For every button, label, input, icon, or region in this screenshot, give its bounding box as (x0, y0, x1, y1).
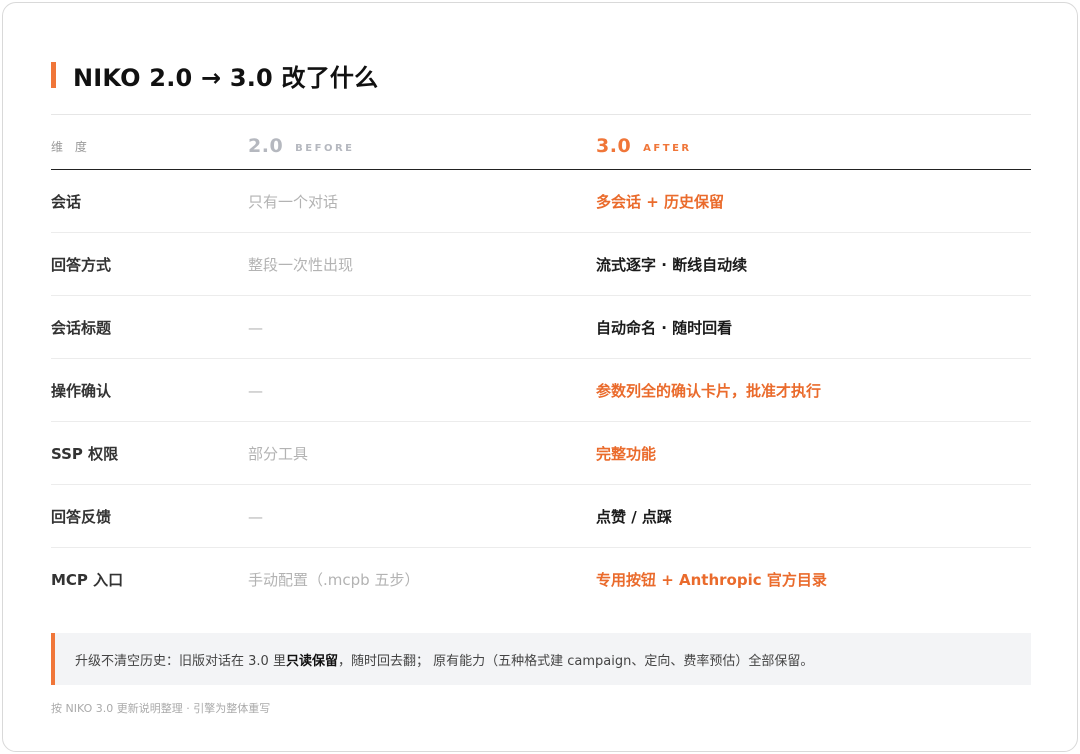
row-dimension: 回答反馈 (51, 508, 112, 526)
footer-caption: 按 NIKO 3.0 更新说明整理 · 引擎为整体重写 (51, 702, 271, 715)
row-after: 自动命名 · 随时回看 (596, 319, 733, 337)
row-before: — (248, 318, 263, 337)
table-row: 回答方式 整段一次性出现 流式逐字 · 断线自动续 (51, 233, 1031, 296)
note-highlight: 只读保留 (285, 653, 338, 669)
note-suffix: ，随时回去翻； 原有能力（五种格式建 campaign、定向、费率预估）全部保留… (337, 653, 814, 669)
row-dimension: 会话 (51, 193, 82, 211)
table-row: 会话 只有一个对话 多会话 + 历史保留 (51, 170, 1031, 233)
row-before: — (248, 507, 263, 526)
header-before: 2.0 BEFORE (248, 131, 355, 161)
row-dimension: 会话标题 (51, 319, 112, 337)
comparison-card: NIKO 2.0 → 3.0 改了什么 维 度 2.0 BEFORE 3.0 A… (2, 2, 1078, 752)
header-before-version: 2.0 (248, 135, 284, 157)
row-after: 完整功能 (596, 445, 657, 463)
title-row: NIKO 2.0 → 3.0 改了什么 (51, 59, 379, 92)
row-after: 参数列全的确认卡片，批准才执行 (596, 382, 822, 400)
row-after: 流式逐字 · 断线自动续 (596, 256, 748, 274)
row-dimension: 操作确认 (51, 382, 112, 400)
page-title: NIKO 2.0 → 3.0 改了什么 (73, 63, 379, 92)
row-dimension: SSP 权限 (51, 445, 119, 463)
row-before: 手动配置（.mcpb 五步） (248, 571, 420, 589)
header-before-label: BEFORE (295, 143, 355, 154)
note-prefix: 升级不清空历史：旧版对话在 3.0 里 (75, 653, 286, 669)
row-before: 只有一个对话 (248, 193, 339, 211)
title-accent-bar (51, 62, 56, 88)
table-row: 会话标题 — 自动命名 · 随时回看 (51, 296, 1031, 359)
row-before: 整段一次性出现 (248, 256, 354, 274)
header-dimension: 维 度 (51, 139, 91, 154)
row-after: 专用按钮 + Anthropic 官方目录 (596, 571, 827, 589)
table-row: MCP 入口 手动配置（.mcpb 五步） 专用按钮 + Anthropic 官… (51, 548, 1031, 611)
table-row: SSP 权限 部分工具 完整功能 (51, 422, 1031, 485)
table-row: 操作确认 — 参数列全的确认卡片，批准才执行 (51, 359, 1031, 422)
row-before: — (248, 381, 263, 400)
row-dimension: MCP 入口 (51, 571, 124, 589)
row-after: 点赞 / 点踩 (596, 508, 672, 526)
title-divider (51, 114, 1031, 115)
row-after: 多会话 + 历史保留 (596, 193, 725, 211)
row-before: 部分工具 (248, 445, 309, 463)
comparison-table: 会话 只有一个对话 多会话 + 历史保留 回答方式 整段一次性出现 流式逐字 ·… (51, 170, 1031, 611)
table-row: 回答反馈 — 点赞 / 点踩 (51, 485, 1031, 548)
row-dimension: 回答方式 (51, 256, 112, 274)
header-after-version: 3.0 (596, 135, 632, 157)
header-after: 3.0 AFTER (596, 131, 692, 161)
upgrade-note: 升级不清空历史：旧版对话在 3.0 里只读保留 ，随时回去翻； 原有能力（五种格式… (51, 633, 1031, 685)
header-after-label: AFTER (643, 143, 692, 154)
